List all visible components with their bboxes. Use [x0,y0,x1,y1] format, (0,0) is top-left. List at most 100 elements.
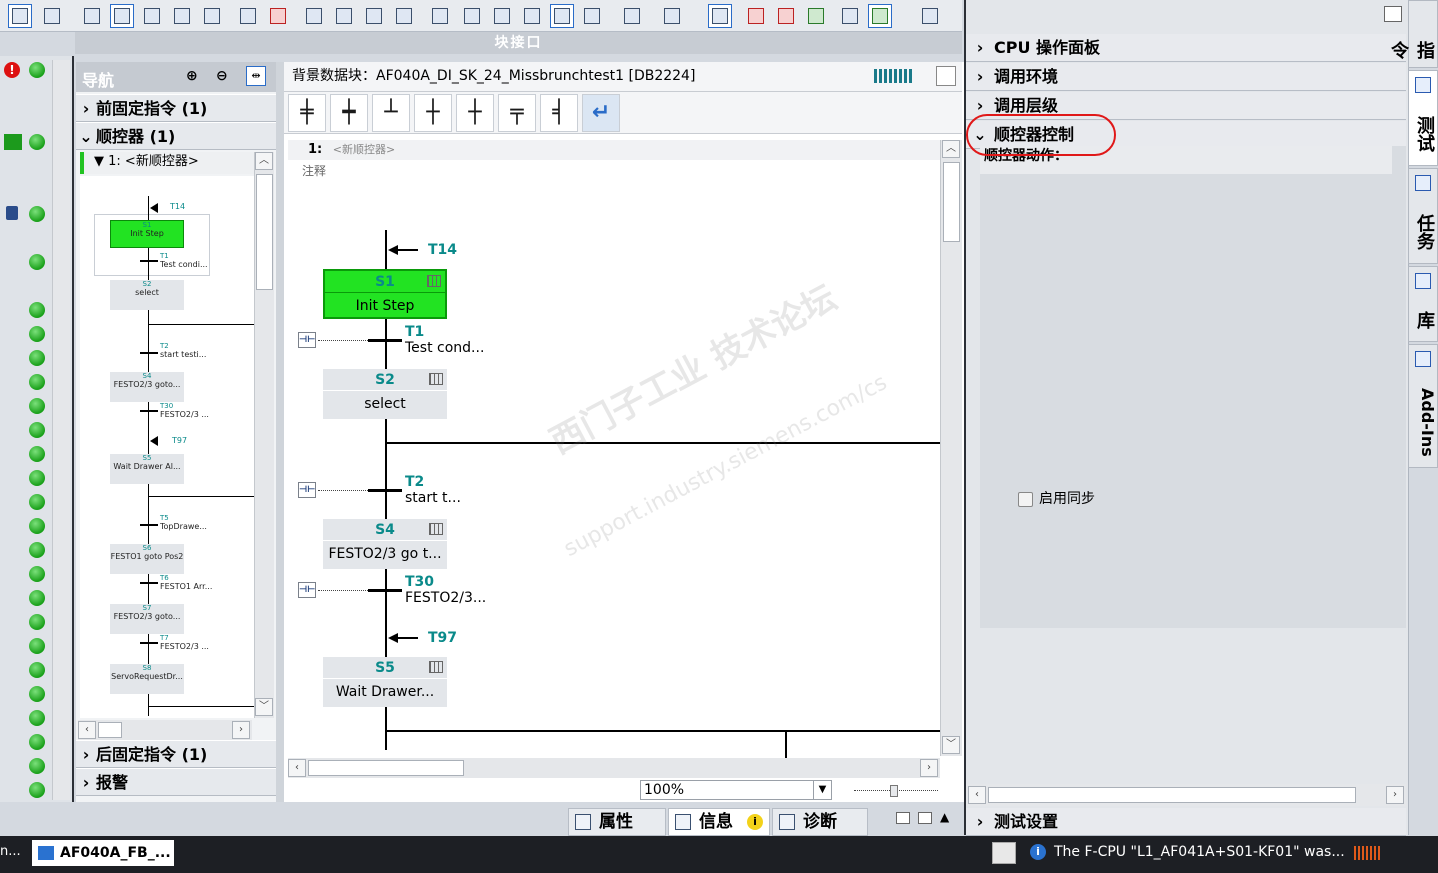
section-sequencer[interactable]: ⌄ 顺控器 (1) [76,122,276,150]
transition-logic-icon[interactable]: ⊣⊢ [298,582,316,598]
block-icon[interactable] [110,4,134,28]
return-icon[interactable]: ↵ [582,94,620,132]
scroll-left-icon[interactable]: ‹ [968,786,986,804]
navigate-icon[interactable] [40,4,64,28]
editor-hscrollbar[interactable]: ‹ › [288,758,940,778]
tab-diagnostics[interactable]: 诊断 [772,808,868,836]
split-icon[interactable] [918,812,932,824]
maximize-icon[interactable] [1384,6,1402,22]
navigation-hscrollbar[interactable]: ‹ › [78,720,252,740]
block-interface-bar[interactable]: 块接口 [75,32,962,54]
tab-addins[interactable]: Add-Ins [1408,344,1438,468]
close-branch-icon[interactable]: ╡ [540,94,578,132]
row-call-environment[interactable]: › 调用环境 [966,63,1406,91]
scroll-up-icon[interactable]: ︿ [255,152,273,170]
navigation-scrollbar[interactable]: ︿ ﹀ [254,152,274,718]
insert-alt-branch-icon[interactable]: ┼ [456,94,494,132]
close-editor-icon[interactable] [936,66,956,86]
zoom-out-icon[interactable]: ⊖ [216,68,228,84]
zoom-slider-thumb[interactable] [890,785,898,797]
tab-library[interactable]: 库 [1408,266,1438,342]
jump-target[interactable]: T97 [428,630,457,646]
download-icon[interactable] [804,4,828,28]
sequence-overview[interactable]: T14 S1 Init Step T1 Test condi... S2 select… [80,176,254,718]
status-scrollbar[interactable] [52,60,70,800]
portal-view-icon[interactable] [992,842,1016,864]
actions-table-icon[interactable] [427,275,441,287]
row-test-settings[interactable]: › 测试设置 [966,808,1406,836]
scroll-down-icon[interactable]: ﹀ [942,736,960,754]
screen-icon[interactable] [868,4,892,28]
scroll-thumb[interactable] [308,760,464,776]
mini-step[interactable]: S1 Init Step [110,220,184,248]
comment-label[interactable]: 注释 [302,162,326,179]
step-s5[interactable]: S5 Wait Drawer... [323,657,447,707]
force-icon[interactable] [392,4,416,28]
monitor-icon[interactable] [302,4,326,28]
step-s4[interactable]: S4 FESTO2/3 go t... [323,519,447,569]
jump-target[interactable]: T14 [428,242,457,258]
go-offline-icon[interactable] [774,4,798,28]
import-icon[interactable] [660,4,684,28]
actions-table-icon[interactable] [429,373,443,385]
go-online-icon[interactable] [744,4,768,28]
tab-info[interactable]: 信息 i [668,808,770,836]
mini-step[interactable]: S8 ServoRequestDr... [110,664,184,694]
tab-tasks[interactable]: 任务 [1408,168,1438,264]
transition-t1[interactable]: T1 Test cond... [405,324,484,356]
watch-icon[interactable] [362,4,386,28]
edit-icon[interactable] [236,4,260,28]
tree-item-sequencer[interactable]: ▼ 1: <新顺控器> [80,152,256,174]
tab-test[interactable]: 测试 [1408,70,1438,166]
compare-icon[interactable] [140,4,164,28]
scroll-thumb[interactable] [943,162,960,242]
panel-icon[interactable] [520,4,544,28]
monitor-off-icon[interactable] [332,4,356,28]
transition-logic-icon[interactable]: ⊣⊢ [298,332,316,348]
right-hscrollbar[interactable]: ‹ › [966,784,1406,806]
delete-icon[interactable] [266,4,290,28]
scroll-thumb[interactable] [98,722,122,738]
mail-icon[interactable] [200,4,224,28]
insert-step-icon[interactable]: ┿ [330,94,368,132]
step-s2[interactable]: S2 select [323,369,447,419]
window-icon[interactable] [490,4,514,28]
insert-network-icon[interactable] [80,4,104,28]
mini-step[interactable]: S2 select [110,280,184,310]
sequence-title[interactable]: 1: <新顺控器> [288,140,940,160]
insert-transition-icon[interactable]: ┼ [414,94,452,132]
diagnostics-icon[interactable] [838,4,862,28]
taskbar-item-editor[interactable]: AF040A_FB_... [32,840,174,866]
transition-t30[interactable]: T30 FESTO2/3... [405,574,486,606]
scroll-right-icon[interactable]: › [920,759,938,777]
enable-sync-checkbox[interactable]: 启用同步 [1018,488,1095,508]
insert-jump-icon[interactable]: ┴ [372,94,410,132]
section-pre-instructions[interactable]: › 前固定指令 (1) [76,94,276,122]
comment-icon[interactable] [550,4,574,28]
actions-table-icon[interactable] [429,661,443,673]
mini-step[interactable]: S5 Wait Drawer Al... [110,454,184,484]
overview-icon[interactable] [8,4,32,28]
mini-step[interactable]: S6 FESTO1 goto Pos2 [110,544,184,574]
editor-scrollbar[interactable]: ︿ ﹀ [940,140,962,756]
checkbox-icon[interactable] [1018,491,1033,507]
settings-icon[interactable] [428,4,452,28]
status-message[interactable]: The F-CPU "L1_AF041A+S01-KF01" was... [1054,844,1345,860]
tab-properties[interactable]: 属性 [568,808,666,836]
restore-icon[interactable] [896,812,910,824]
zoom-select[interactable]: 100% ▼ [640,780,832,800]
taskbar-overflow[interactable]: n... [0,844,21,859]
scroll-right-icon[interactable]: › [1386,786,1404,804]
window-layout-icon[interactable] [918,4,942,28]
section-alarms[interactable]: › 报警 [76,768,276,796]
scroll-thumb[interactable] [256,174,273,290]
mini-step[interactable]: S7 FESTO2/3 goto... [110,604,184,634]
fit-width-icon[interactable]: ⇹ [246,66,266,86]
export-icon[interactable] [620,4,644,28]
scroll-down-icon[interactable]: ﹀ [255,698,273,716]
load-icon[interactable] [170,4,194,28]
scroll-left-icon[interactable]: ‹ [288,759,306,777]
row-cpu-panel[interactable]: › CPU 操作面板 [966,34,1406,62]
scroll-right-icon[interactable]: › [232,721,250,739]
collapse-up-icon[interactable]: ▲ [940,810,949,824]
